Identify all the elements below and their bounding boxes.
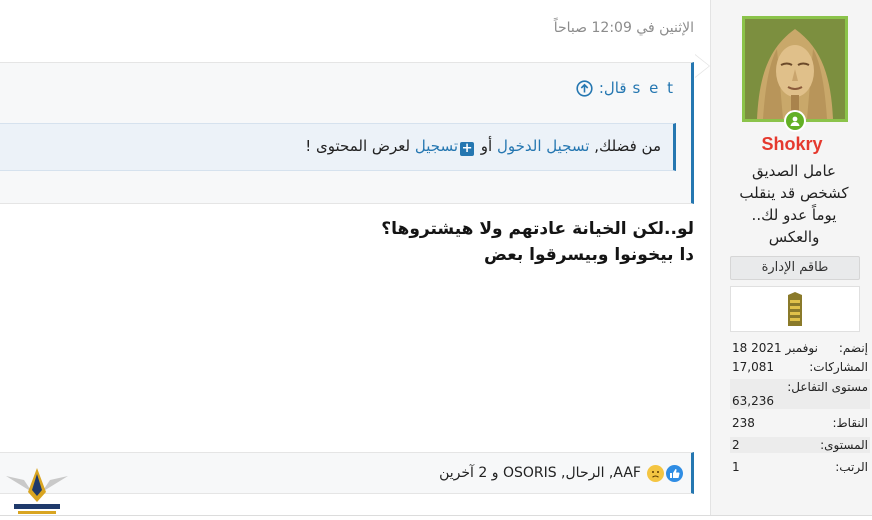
login-link[interactable]: تسجيل الدخول <box>497 137 589 155</box>
post-body-line: دا بيخونوا وبيسرقوا بعض <box>484 245 694 265</box>
quote-header[interactable]: s e t قال: <box>576 79 675 97</box>
stat-reactions: مستوى التفاعل: 63,236 <box>730 379 870 409</box>
stat-posts[interactable]: المشاركات: 17,081 <box>730 356 870 375</box>
quote-block: s e t قال: من فضلك, تسجيل الدخول أو +تسج… <box>0 62 694 204</box>
reactions-users[interactable]: AAF, الرحال, OSORIS و 2 آخرين <box>439 465 641 481</box>
stat-joined: إنضم: 18 نوفمبر 2021 <box>732 341 868 355</box>
online-status-icon <box>784 110 806 132</box>
rank-insignia <box>730 286 860 332</box>
stat-points[interactable]: النقاط: 238 <box>730 415 870 431</box>
post-body-line: لو..لكن الخيانة عادتهم ولا هيشتروها؟ <box>381 219 694 239</box>
quote-said-label: قال: <box>598 79 627 97</box>
quote-author[interactable]: s e t <box>633 79 675 97</box>
user-stats: إنضم: 18 نوفمبر 2021 المشاركات: 17,081 م… <box>730 340 870 475</box>
staff-banner: طاقم الإدارة <box>730 256 860 280</box>
stat-rank: الرتب: 1 <box>732 460 868 474</box>
bottom-divider <box>0 515 872 516</box>
user-title: عامل الصديق كشخص قد ينقلب يوماً عدو لك..… <box>739 162 849 246</box>
user-sidebar: Shokry عامل الصديق كشخص قد ينقلب يوماً ع… <box>710 0 872 516</box>
login-notice: من فضلك, تسجيل الدخول أو +تسجيل لعرض الم… <box>0 123 676 171</box>
forum-logo[interactable] <box>2 462 72 518</box>
notice-prefix: من فضلك, <box>594 137 661 155</box>
rank-badge-icon <box>788 292 802 326</box>
avatar[interactable] <box>742 16 848 122</box>
post-body: لو..لكن الخيانة عادتهم ولا هيشتروها؟ دا … <box>300 216 694 268</box>
notice-suffix: لعرض المحتوى ! <box>305 137 411 155</box>
post-pointer-arrow <box>695 54 710 78</box>
notice-or: أو <box>480 137 493 155</box>
like-icon <box>666 464 683 482</box>
sad-face-icon <box>647 464 664 482</box>
register-link[interactable]: تسجيل <box>415 137 458 155</box>
arrow-up-icon[interactable] <box>576 79 593 97</box>
username[interactable]: Shokry <box>711 134 872 155</box>
reactions-bar[interactable]: AAF, الرحال, OSORIS و 2 آخرين <box>0 452 694 494</box>
stat-level: المستوى: 2 <box>730 437 870 453</box>
plus-icon: + <box>460 141 475 156</box>
post-date[interactable]: الإثنين في 12:09 صباحاً <box>400 20 694 36</box>
